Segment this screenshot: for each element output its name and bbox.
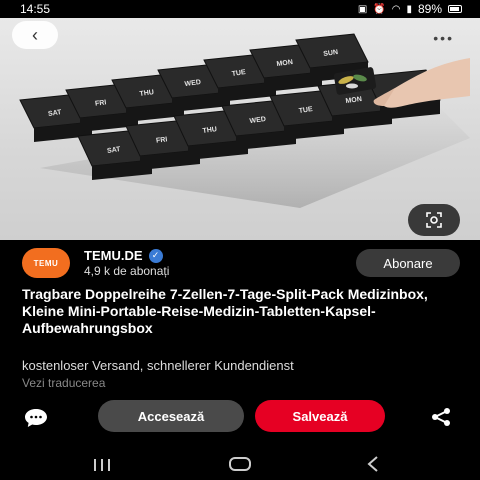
save-button[interactable]: Salvează [255, 400, 385, 432]
status-icons: ▣ ⏰ ◠ ▮ 89% [358, 2, 462, 16]
status-time: 14:55 [20, 2, 51, 16]
back-button[interactable]: ‹ [12, 21, 58, 49]
visual-search-button[interactable] [408, 204, 460, 236]
pin-description: kostenloser Versand, schnellerer Kundend… [22, 358, 294, 373]
battery-percent: 89% [417, 2, 442, 16]
pin-title: Tragbare Doppelreihe 7-Zellen-7-Tage-Spl… [22, 286, 428, 336]
pill-box-photo: SATFRITHUWEDTUEMONSUNSATFRITHUWEDTUEMONS… [19, 33, 470, 208]
home-icon[interactable] [229, 457, 251, 471]
subscriber-count: 4,9 k de abonați [84, 264, 170, 278]
visit-button[interactable]: Accesează [98, 400, 244, 432]
back-nav-icon[interactable] [366, 456, 380, 472]
channel-avatar[interactable]: TEMU [22, 248, 70, 278]
signal-icon: ▮ [406, 3, 412, 15]
translate-link[interactable]: Vezi traducerea [22, 376, 105, 390]
subscribe-button[interactable]: Abonare [356, 249, 460, 277]
channel-row: TEMU TEMU.DE ✓ 4,9 k de abonați Abonare [0, 240, 480, 286]
recent-apps-icon[interactable] [92, 458, 112, 472]
notification-icon: ▣ [357, 3, 368, 15]
product-image[interactable]: SATFRITHUWEDTUEMONSUNSATFRITHUWEDTUEMONS… [0, 18, 480, 240]
channel-name-text: TEMU.DE [84, 248, 143, 263]
share-icon[interactable] [430, 407, 452, 427]
avatar-logo: TEMU [33, 258, 59, 268]
action-bar: Accesează Salvează [0, 398, 480, 438]
status-bar: 14:55 ▣ ⏰ ◠ ▮ 89% [0, 0, 480, 18]
lens-icon [426, 212, 442, 228]
chevron-left-icon: ‹ [32, 24, 38, 45]
comment-icon[interactable] [24, 408, 48, 428]
channel-name[interactable]: TEMU.DE ✓ [84, 248, 163, 263]
more-options-icon[interactable]: ••• [433, 30, 454, 46]
alarm-icon: ⏰ [373, 3, 386, 15]
battery-icon [448, 5, 462, 13]
wifi-icon: ◠ [391, 3, 401, 15]
verified-icon: ✓ [148, 248, 163, 263]
system-nav-bar [0, 448, 480, 480]
